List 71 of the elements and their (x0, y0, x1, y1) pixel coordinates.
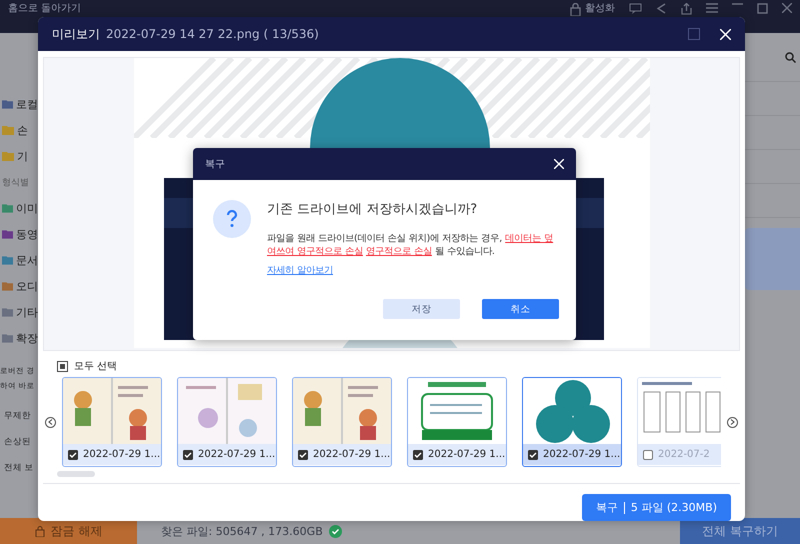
folder-icon (2, 125, 14, 135)
thumbnail-card[interactable]: 2022-07-29 1... (177, 377, 277, 467)
image-folder-icon (2, 203, 13, 213)
checkbox[interactable] (68, 450, 78, 460)
feature-text: 전체 보 (4, 462, 34, 475)
sidebar-item[interactable]: 로컬 (16, 96, 38, 112)
thumbnail-caption: 2022-07-2 (658, 449, 710, 460)
folder-icon (2, 333, 13, 343)
next-button[interactable] (727, 416, 738, 428)
sidebar-item[interactable]: 이미 (16, 200, 38, 216)
thumbnail-card[interactable]: 2022-07-29 1... (62, 377, 162, 467)
thumbnail-card[interactable]: 2022-07-29 1... (522, 377, 622, 467)
learn-more-link[interactable]: 자세히 알아보기 (267, 265, 333, 276)
close-button[interactable] (554, 159, 564, 169)
folder-icon (2, 229, 13, 239)
folder-icon (2, 281, 13, 291)
thumbnail-caption: 2022-07-29 1... (543, 449, 620, 460)
dialog-title: 복구 (205, 158, 225, 171)
sidebar-item[interactable]: 동영 (16, 226, 38, 242)
folder-icon (2, 255, 13, 265)
menu-icon[interactable] (706, 3, 718, 13)
save-button[interactable]: 저장 (383, 299, 460, 319)
check-circle-icon (328, 524, 342, 538)
export-icon[interactable] (681, 3, 692, 15)
sidebar-item[interactable]: 문서 (16, 252, 38, 268)
checkbox[interactable] (298, 450, 308, 460)
folder-icon (2, 99, 13, 109)
search-icon[interactable] (785, 52, 796, 62)
checkbox[interactable] (643, 450, 653, 460)
feature-text: 무제한 (4, 410, 31, 423)
folder-icon (2, 151, 14, 161)
thumbnail-caption: 2022-07-29 1... (83, 449, 160, 460)
dialog-title: 미리보기 (52, 26, 100, 42)
sidebar-item[interactable]: 오디 (16, 278, 38, 294)
close-button[interactable] (720, 28, 731, 40)
section-label: 형식별 (2, 176, 29, 188)
sidebar-item[interactable]: 기 (17, 148, 28, 164)
lock-icon (570, 3, 581, 16)
feature-text: 손상된 (4, 436, 31, 449)
chat-icon[interactable] (629, 3, 642, 14)
dialog-heading: 기존 드라이브에 저장하시겠습니까? (267, 201, 478, 218)
maximize-icon[interactable] (757, 3, 768, 14)
checkbox[interactable] (57, 360, 68, 372)
thumbnail-caption: 2022-07-29 1... (198, 449, 276, 460)
checkbox[interactable] (413, 450, 423, 460)
thumbnail-caption: 2022-07-29 1... (313, 449, 390, 460)
lock-icon (34, 526, 45, 536)
chevron-right-icon (730, 419, 735, 425)
thumbnail-card[interactable]: 2022-07-29 1... (407, 377, 507, 467)
question-icon (213, 200, 251, 238)
file-name: 2022-07-29 14 27 22.png ( 13/536) (106, 27, 319, 41)
folder-icon (2, 307, 13, 317)
close-icon[interactable] (782, 3, 792, 13)
recover-button[interactable]: 복구 5 파일 (2.30MB) (582, 494, 731, 521)
warning-text: 파일을 원래 드라이브(데이터 손실 위치)에 저장하는 경우, 데이터는 덮여쓰여 영구적으로 손실 영구적으로 손실 될 수있습니다. (267, 232, 554, 258)
previous-button[interactable] (45, 416, 56, 428)
select-all-label: 모두 선택 (74, 360, 118, 373)
back-link[interactable]: 홈으로 돌아가기 (8, 3, 82, 15)
checkbox[interactable] (183, 450, 193, 460)
chevron-left-icon (48, 419, 53, 425)
sidebar-item[interactable]: 확장 (16, 330, 38, 346)
thumbnail-caption: 2022-07-29 1... (428, 449, 506, 460)
thumbnail-card[interactable]: 2022-07-29 1... (292, 377, 392, 467)
checkbox[interactable] (528, 450, 538, 460)
scrollbar-thumb[interactable] (57, 471, 95, 477)
cancel-button[interactable]: 취소 (482, 299, 559, 319)
sidebar-item[interactable]: 손 (17, 122, 28, 138)
panel-background (745, 228, 800, 290)
activate-link[interactable]: 활성화 (585, 3, 615, 15)
found-files-text: 찾은 파일: 505647 , 173.60GB (161, 524, 323, 538)
sidebar-item[interactable]: 기타 (16, 304, 38, 320)
